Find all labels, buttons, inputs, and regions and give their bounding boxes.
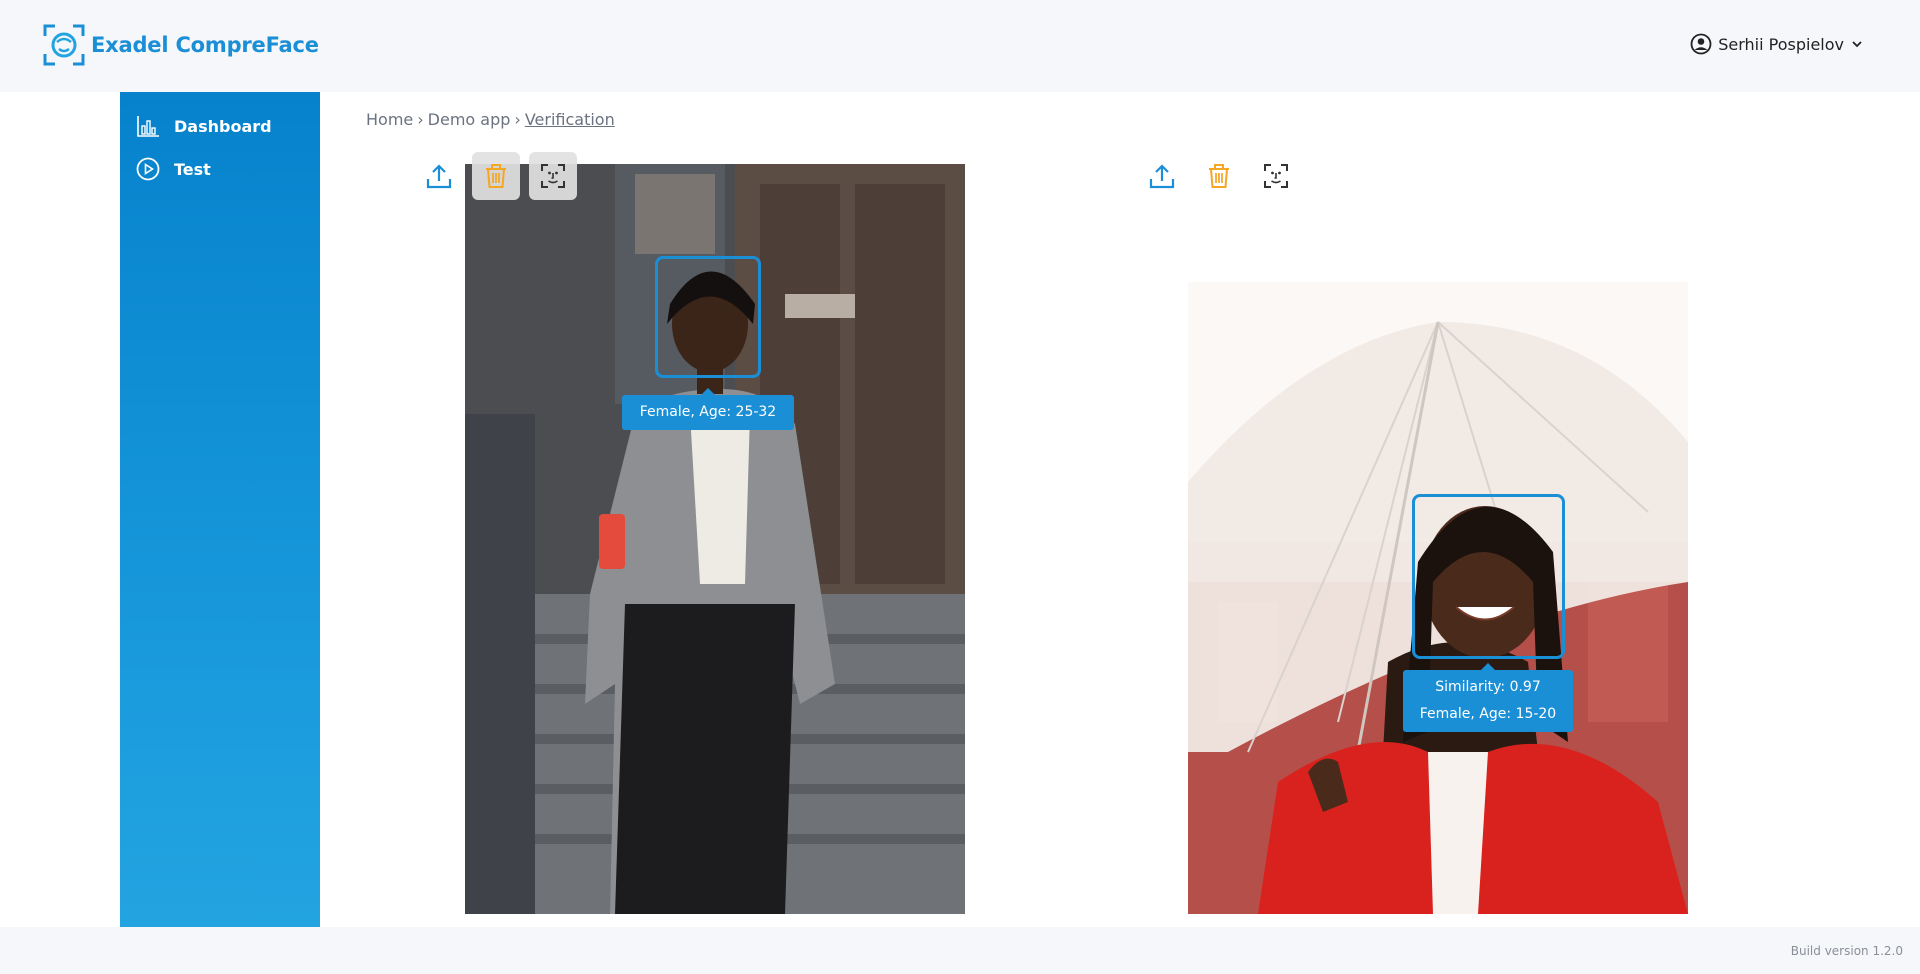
source-face-box	[655, 256, 761, 378]
upload-icon	[426, 164, 452, 189]
sidebar-item-label: Test	[174, 159, 211, 179]
face-scan-icon	[1264, 164, 1288, 188]
app-title: Exadel CompreFace	[91, 33, 319, 57]
build-version: Build version 1.2.0	[1790, 944, 1903, 958]
breadcrumb: Home › Demo app › Verification	[366, 110, 615, 129]
app-logo[interactable]: Exadel CompreFace	[43, 24, 319, 66]
source-upload-button[interactable]	[415, 152, 463, 200]
target-delete-button[interactable]	[1195, 152, 1243, 200]
bar-chart-icon	[137, 116, 159, 137]
source-image: Female, Age: 25-32	[465, 164, 965, 914]
app-header: Exadel CompreFace Serhii Pospielov	[0, 0, 1920, 92]
breadcrumb-separator: ›	[417, 110, 424, 129]
upload-icon	[1149, 164, 1175, 189]
sidebar-item-label: Dashboard	[174, 116, 272, 136]
breadcrumb-home[interactable]: Home	[366, 110, 413, 129]
target-face-label: Female, Age: 15-20	[1419, 706, 1557, 722]
breadcrumb-demo-app[interactable]: Demo app	[428, 110, 511, 129]
face-frame-icon	[43, 24, 85, 66]
account-circle-icon	[1690, 33, 1712, 55]
target-image: Similarity: 0.97 Female, Age: 15-20	[1188, 282, 1688, 914]
sidebar: Dashboard Test	[120, 92, 320, 927]
source-delete-button[interactable]	[472, 152, 520, 200]
source-face-label: Female, Age: 25-32	[622, 388, 794, 430]
target-face-box	[1412, 494, 1565, 659]
target-upload-button[interactable]	[1138, 152, 1186, 200]
source-detect-face-button[interactable]	[529, 152, 577, 200]
target-face-tooltip: Similarity: 0.97 Female, Age: 15-20	[1403, 663, 1573, 732]
chevron-down-icon	[1852, 41, 1862, 48]
breadcrumb-separator: ›	[514, 110, 521, 129]
user-name: Serhii Pospielov	[1718, 34, 1844, 54]
similarity-label: Similarity: 0.97	[1435, 679, 1541, 695]
sidebar-item-dashboard[interactable]: Dashboard	[136, 114, 272, 138]
target-detect-face-button[interactable]	[1252, 152, 1300, 200]
main-content: Dashboard Test Home › Demo app › Verificatio…	[0, 92, 1920, 927]
breadcrumb-verification[interactable]: Verification	[525, 110, 615, 129]
user-menu[interactable]: Serhii Pospielov	[1690, 33, 1864, 55]
sidebar-item-test[interactable]: Test	[136, 157, 211, 181]
play-circle-icon	[136, 157, 160, 181]
app-footer: Build version 1.2.0	[0, 927, 1920, 974]
trash-icon	[1209, 164, 1229, 188]
face-scan-icon	[541, 164, 565, 188]
trash-icon	[486, 164, 506, 188]
